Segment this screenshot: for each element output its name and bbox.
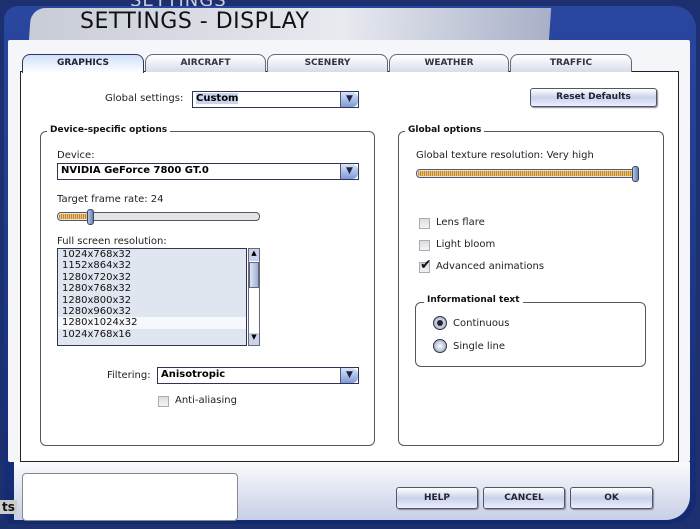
list-item[interactable]: 1024x768x32 — [58, 249, 246, 260]
frame-rate-label: Target frame rate: 24 — [57, 194, 164, 205]
resolution-label: Full screen resolution: — [57, 236, 167, 247]
list-item[interactable]: 1280x720x32 — [58, 272, 246, 283]
light-bloom-label: Light bloom — [436, 239, 496, 250]
anti-aliasing-checkbox[interactable] — [158, 396, 169, 407]
frame-rate-slider[interactable] — [57, 209, 260, 225]
status-box — [22, 473, 238, 521]
slider-thumb[interactable] — [87, 209, 94, 225]
light-bloom-checkbox[interactable] — [419, 240, 430, 251]
informational-text-title: Informational text — [424, 295, 523, 305]
tab-graphics[interactable]: GRAPHICS — [22, 54, 144, 73]
informational-text-group — [415, 302, 646, 367]
advanced-animations-label: Advanced animations — [436, 261, 545, 272]
checkmark-icon: ✔ — [420, 257, 432, 273]
tab-traffic[interactable]: TRAFFIC — [510, 54, 632, 72]
global-settings-label: Global settings: — [105, 93, 184, 104]
list-item-selected[interactable]: 1280x1024x32 — [58, 317, 246, 329]
list-item[interactable]: 1280x768x32 — [58, 283, 246, 294]
ok-button[interactable]: OK — [570, 487, 653, 509]
chevron-down-icon[interactable]: ▼ — [340, 164, 358, 179]
global-group-title: Global options — [405, 125, 485, 135]
list-item[interactable]: 1280x960x32 — [58, 306, 246, 317]
chevron-down-icon[interactable]: ▼ — [340, 368, 358, 383]
continuous-radio[interactable] — [433, 316, 447, 330]
tab-scenery[interactable]: SCENERY — [267, 54, 388, 72]
lens-flare-checkbox[interactable] — [419, 218, 430, 229]
global-settings-value: Custom — [196, 93, 239, 104]
window-title: SETTINGS - DISPLAY — [80, 9, 310, 34]
device-label: Device: — [57, 150, 95, 161]
device-value: NVIDIA GeForce 7800 GT.0 — [61, 165, 209, 176]
reset-defaults-button[interactable]: Reset Defaults — [530, 88, 657, 107]
single-line-label: Single line — [453, 341, 505, 352]
texture-resolution-label: Global texture resolution: Very high — [416, 150, 594, 161]
tab-aircraft[interactable]: AIRCRAFT — [145, 54, 266, 72]
scroll-down-icon[interactable]: ▼ — [249, 333, 259, 345]
slider-fill — [59, 214, 89, 219]
global-settings-dropdown[interactable]: Custom ▼ — [192, 91, 359, 108]
anti-aliasing-label: Anti-aliasing — [175, 395, 237, 406]
help-button[interactable]: HELP — [396, 487, 478, 509]
filtering-label: Filtering: — [107, 370, 151, 381]
list-item[interactable]: 1280x800x32 — [58, 295, 246, 306]
tab-weather[interactable]: WEATHER — [389, 54, 509, 72]
resolution-list[interactable]: 1024x768x32 1152x864x32 1280x720x32 1280… — [57, 248, 247, 346]
filtering-value: Anisotropic — [161, 369, 226, 380]
advanced-animations-checkbox[interactable]: ✔ — [419, 257, 432, 273]
device-group-title: Device-specific options — [47, 125, 171, 135]
background-text-fragment: ts — [0, 500, 17, 514]
chevron-down-icon[interactable]: ▼ — [340, 92, 358, 107]
texture-resolution-slider[interactable] — [416, 166, 639, 182]
resolution-scrollbar[interactable]: ▲ ▼ — [248, 248, 260, 346]
single-line-radio[interactable] — [433, 339, 447, 353]
slider-thumb[interactable] — [632, 166, 639, 182]
continuous-label: Continuous — [453, 318, 510, 329]
device-dropdown[interactable]: NVIDIA GeForce 7800 GT.0 ▼ — [57, 163, 359, 180]
scroll-up-icon[interactable]: ▲ — [249, 249, 259, 261]
lens-flare-label: Lens flare — [436, 217, 485, 228]
list-item[interactable]: 1024x768x16 — [58, 329, 246, 340]
slider-fill — [418, 171, 634, 176]
scrollbar-thumb[interactable] — [249, 262, 259, 288]
global-options-group — [398, 131, 664, 446]
cancel-button[interactable]: CANCEL — [483, 487, 565, 509]
filtering-dropdown[interactable]: Anisotropic ▼ — [157, 367, 359, 384]
list-item[interactable]: 1152x864x32 — [58, 260, 246, 271]
